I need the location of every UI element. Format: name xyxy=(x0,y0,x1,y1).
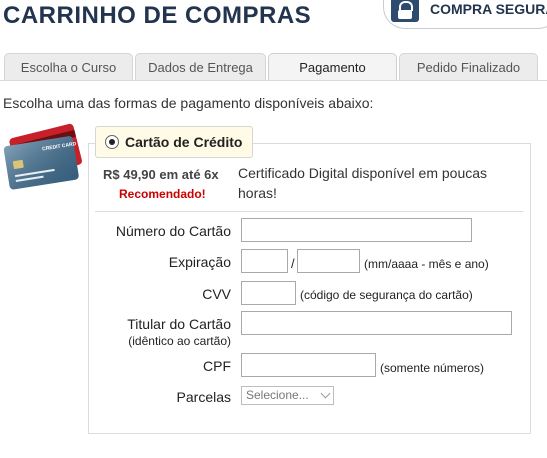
card-number-label: Número do Cartão xyxy=(115,223,231,239)
expiry-separator: / xyxy=(291,256,295,271)
credit-card-option[interactable]: Cartão de Crédito xyxy=(95,126,253,158)
payment-intro-text: Escolha uma das formas de pagamento disp… xyxy=(3,95,374,111)
cpf-label: CPF xyxy=(203,358,231,374)
cvv-input[interactable] xyxy=(241,281,296,305)
secure-badge-label: COMPRA SEGURA xyxy=(430,1,547,17)
credit-card-icon: CREDIT CARD xyxy=(3,123,82,190)
installments-selected-value: Selecione... xyxy=(246,388,309,402)
price-installments: R$ 49,90 em até 6x xyxy=(103,167,219,182)
certificate-note: Certificado Digital disponível em poucas… xyxy=(238,165,488,201)
expiry-label: Expiração xyxy=(168,254,231,270)
cvv-label: CVV xyxy=(202,286,231,302)
tab-pedido-finalizado[interactable]: Pedido Finalizado xyxy=(399,53,538,80)
holder-name-input[interactable] xyxy=(241,311,512,335)
tab-pagamento[interactable]: Pagamento xyxy=(268,53,397,81)
holder-sublabel: (idêntico ao cartão) xyxy=(128,334,231,348)
holder-label: Titular do Cartão xyxy=(127,316,231,332)
installments-label: Parcelas xyxy=(176,389,231,405)
installments-select[interactable]: Selecione... xyxy=(241,386,334,405)
lock-icon xyxy=(391,0,419,22)
tabs-divider xyxy=(0,80,547,81)
radio-selected-icon[interactable] xyxy=(105,135,119,149)
secure-purchase-badge: COMPRA SEGURA xyxy=(383,0,547,32)
expiry-month-input[interactable] xyxy=(241,249,288,273)
tab-dados-de-entrega[interactable]: Dados de Entrega xyxy=(135,53,266,80)
credit-card-option-label: Cartão de Crédito xyxy=(125,134,243,150)
cvv-hint: (código de segurança do cartão) xyxy=(300,288,473,302)
page-title: CARRINHO DE COMPRAS xyxy=(3,2,312,29)
expiry-hint: (mm/aaaa - mês e ano) xyxy=(364,257,489,271)
chevron-down-icon xyxy=(320,388,331,399)
recommended-label: Recomendado! xyxy=(119,187,206,201)
expiry-year-input[interactable] xyxy=(297,249,360,273)
cpf-hint: (somente números) xyxy=(380,361,485,375)
card-number-input[interactable] xyxy=(241,218,472,242)
cpf-input[interactable] xyxy=(241,353,376,377)
tab-escolha-o-curso[interactable]: Escolha o Curso xyxy=(4,53,133,80)
panel-divider xyxy=(95,211,523,212)
